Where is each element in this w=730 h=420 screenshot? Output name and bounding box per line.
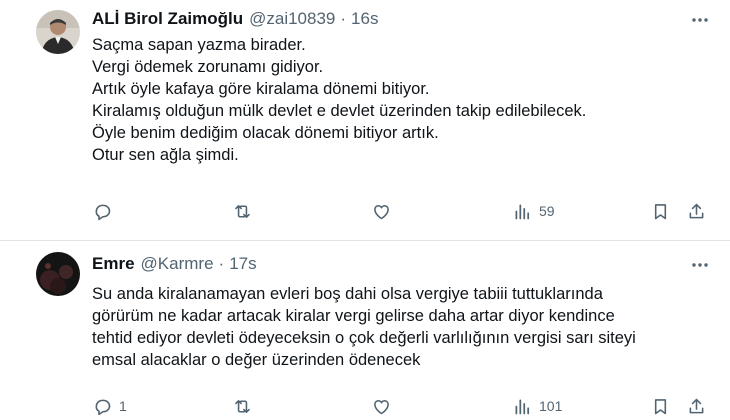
bookmark-icon [654,203,667,219]
analytics-bar-icon [515,399,530,414]
bookmark-button[interactable] [650,198,671,224]
tweet-text-line: Otur sen ağla şimdi. [92,146,239,164]
more-options-button[interactable] [688,8,712,32]
views-button[interactable]: 59 [512,198,555,224]
more-horizontal-icon [692,18,708,22]
bookmark-icon [654,398,667,414]
tweet-2[interactable]: Emre @Karmre · 17s Su anda kiralanamayan… [0,241,730,420]
tweet-text-line: emsal alacaklar o değer üzerinden ödenec… [92,351,421,369]
tweet-text-line: Kiralamış olduğun mülk devlet e devlet ü… [92,102,587,120]
more-options-button[interactable] [688,253,712,277]
timestamp[interactable]: 16s [351,9,378,29]
share-button[interactable] [686,198,707,224]
retweet-icon [235,399,250,413]
retweet-icon [235,204,250,218]
reply-button[interactable] [92,198,119,224]
tweet-text: Saçma sapan yazma birader. Vergi ödemek … [92,34,712,166]
like-button[interactable] [371,393,398,419]
tweet-text: Su anda kiralanamayan evleri boş dahi ol… [92,283,712,371]
more-horizontal-icon [692,263,708,267]
tweet-text-line: görürüm ne kadar artacak kiralar vergi g… [92,307,615,325]
tweet-text-line: Vergi ödemek zorunamı gidiyor. [92,58,324,76]
author-handle[interactable]: @Karmre [141,254,214,274]
share-icon [689,398,704,413]
author-handle[interactable]: @zai10839 [249,9,335,29]
reply-icon [95,204,111,220]
retweet-button[interactable] [232,198,259,224]
tweet-header: Emre @Karmre · 17s [92,253,257,275]
views-button[interactable]: 101 [512,393,562,419]
tweet-actions: 1 101 [0,393,730,419]
tweet-header: ALİ Birol Zaimoğlu @zai10839 · 16s [92,8,378,30]
avatar-photo-icon [36,252,80,296]
timestamp[interactable]: 17s [229,254,256,274]
reply-icon [95,399,111,415]
separator-dot: · [218,254,225,273]
like-button[interactable] [371,198,398,224]
view-count: 101 [539,398,563,414]
author-name[interactable]: ALİ Birol Zaimoğlu [92,9,243,29]
author-name[interactable]: Emre [92,254,135,274]
avatar[interactable] [36,252,80,296]
tweet-actions: 59 [0,198,730,224]
tweet-text-line: Su anda kiralanamayan evleri boş dahi ol… [92,285,603,303]
view-count: 59 [539,203,555,219]
tweet-text-line: Artık öyle kafaya göre kiralama dönemi b… [92,80,430,98]
tweet-text-line: Saçma sapan yazma birader. [92,36,306,54]
reply-count: 1 [119,398,127,414]
share-button[interactable] [686,393,707,419]
avatar[interactable] [36,10,80,54]
separator-dot: · [340,9,347,28]
tweet-1[interactable]: ALİ Birol Zaimoğlu @zai10839 · 16s Saçma… [0,0,730,241]
heart-icon [374,399,389,414]
reply-button[interactable]: 1 [92,393,127,419]
avatar-photo-icon [36,10,80,54]
retweet-button[interactable] [232,393,259,419]
tweet-text-line: Öyle benim dediğim olacak dönemi bitiyor… [92,124,439,142]
share-icon [689,203,704,218]
bookmark-button[interactable] [650,393,671,419]
heart-icon [374,204,389,219]
tweet-text-line: tehtid ediyor devleti ödeyeceksin o çok … [92,329,636,347]
analytics-bar-icon [515,204,530,219]
